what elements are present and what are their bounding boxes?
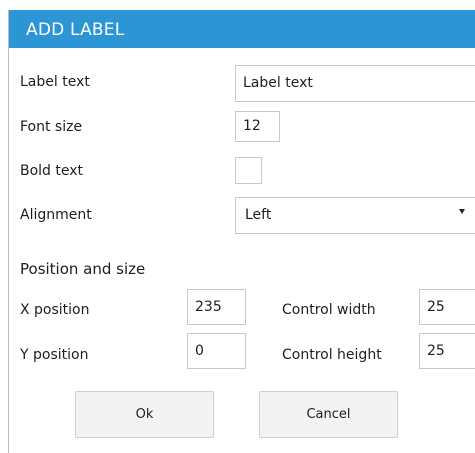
control-width-input[interactable]: 25 <box>419 289 475 325</box>
control-width-label: Control width <box>282 302 376 318</box>
bold-text-label: Bold text <box>20 163 84 179</box>
alignment-selected-value: Left <box>245 207 272 223</box>
ok-button[interactable]: Ok <box>75 391 214 438</box>
control-height-input[interactable]: 25 <box>419 333 475 369</box>
dialog-title: ADD LABEL <box>26 20 125 40</box>
add-label-dialog: ADD LABEL Label text Label text Font siz… <box>8 10 475 453</box>
control-height-label: Control height <box>282 347 382 363</box>
font-size-label: Font size <box>20 119 83 135</box>
dialog-titlebar: ADD LABEL <box>9 10 475 48</box>
x-position-label: X position <box>20 302 90 318</box>
label-text-input[interactable]: Label text <box>235 65 475 102</box>
chevron-down-icon <box>459 209 465 214</box>
x-position-input[interactable]: 235 <box>187 289 246 325</box>
y-position-label: Y position <box>20 347 89 363</box>
alignment-label: Alignment <box>20 207 92 223</box>
label-text-label: Label text <box>20 74 90 90</box>
cancel-button[interactable]: Cancel <box>259 391 398 438</box>
alignment-select[interactable]: Left <box>235 197 475 234</box>
position-size-heading: Position and size <box>20 260 146 278</box>
bold-text-checkbox[interactable] <box>235 157 262 184</box>
y-position-input[interactable]: 0 <box>187 333 246 369</box>
font-size-input[interactable]: 12 <box>235 111 280 142</box>
